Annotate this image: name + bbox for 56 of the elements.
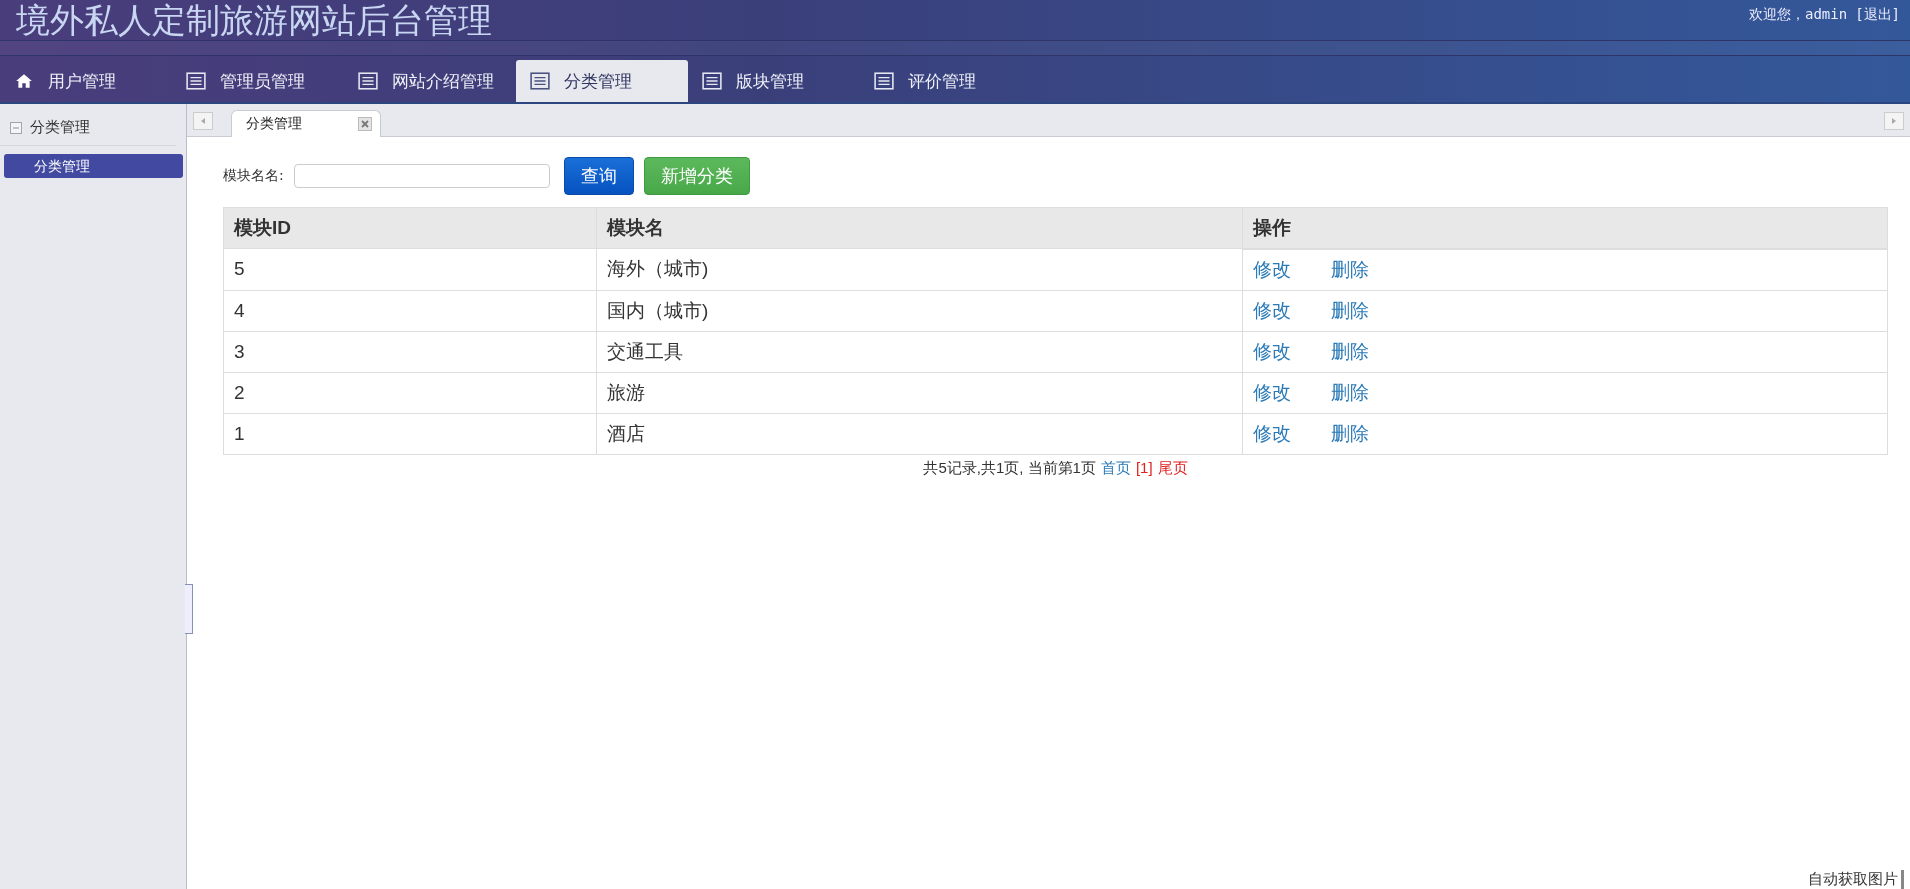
action-link[interactable]: 修改 [1253,339,1291,365]
table-cell: 5 [223,248,597,290]
pagination-summary: 共5记录,共1页, 当前第1页 [923,459,1096,476]
right-arrow-icon [1890,117,1898,125]
sidebar-section-title: 分类管理 [30,118,90,137]
first-page-link[interactable]: 首页 [1100,459,1131,476]
action-link[interactable]: 删除 [1331,257,1369,283]
table-cell: 2 [223,372,597,413]
action-link[interactable]: 修改 [1253,257,1291,283]
action-link[interactable]: 修改 [1253,380,1291,406]
module-name-field[interactable] [293,164,550,188]
column-header: 模块ID [223,207,597,249]
close-icon[interactable] [358,117,372,131]
column-header: 模块名 [596,207,1243,249]
nav-tab[interactable]: 版块管理 [688,60,860,102]
table-cell: 1 [223,413,597,455]
query-button[interactable]: 查询 [563,157,634,195]
field-label: 模块名名: [223,167,284,185]
column-header: 操作 [1242,207,1888,249]
action-link[interactable]: 删除 [1331,380,1369,406]
table-cell: 3 [223,331,597,372]
last-page-link[interactable]: 尾页 [1157,459,1188,476]
table-cell: 4 [223,290,597,331]
add-category-button[interactable]: 新增分类 [643,157,750,195]
welcome-text: 欢迎您，admin [1749,6,1848,24]
table-cell: 交通工具 [596,331,1243,372]
left-arrow-icon [199,117,207,125]
action-link[interactable]: 修改 [1253,421,1291,447]
table-cell: 国内（城市) [596,290,1243,331]
list-icon [874,72,894,90]
nav-tab[interactable]: 管理员管理 [172,60,344,102]
logout-link[interactable]: [退出] [1855,6,1900,24]
nav-tab[interactable]: 评价管理 [860,60,1032,102]
action-link[interactable]: 删除 [1331,421,1369,447]
sidebar-toggle-handle[interactable] [185,584,193,634]
site-title: 境外私人定制旅游网站后台管理 [16,0,492,40]
table-cell: 酒店 [596,413,1243,455]
nav-tab[interactable]: 分类管理 [516,60,688,102]
home-icon [14,72,34,90]
sidebar-item[interactable]: 分类管理 [4,154,183,178]
current-page-link[interactable]: [1] [1135,459,1153,476]
table-cell: 海外（城市) [596,248,1243,290]
table-cell: 旅游 [596,372,1243,413]
list-icon [186,72,206,90]
page-tab[interactable]: 分类管理 [231,110,381,137]
list-icon [358,72,378,90]
scroll-left-button[interactable] [193,112,213,130]
action-link[interactable]: 修改 [1253,298,1291,324]
list-icon [530,72,550,90]
action-link[interactable]: 删除 [1331,298,1369,324]
action-link[interactable]: 删除 [1331,339,1369,365]
scroll-right-button[interactable] [1884,112,1904,130]
collapse-icon[interactable] [10,121,22,134]
nav-tab[interactable]: 网站介绍管理 [344,60,516,102]
list-icon [702,72,722,90]
nav-tab[interactable]: 用户管理 [0,60,172,102]
